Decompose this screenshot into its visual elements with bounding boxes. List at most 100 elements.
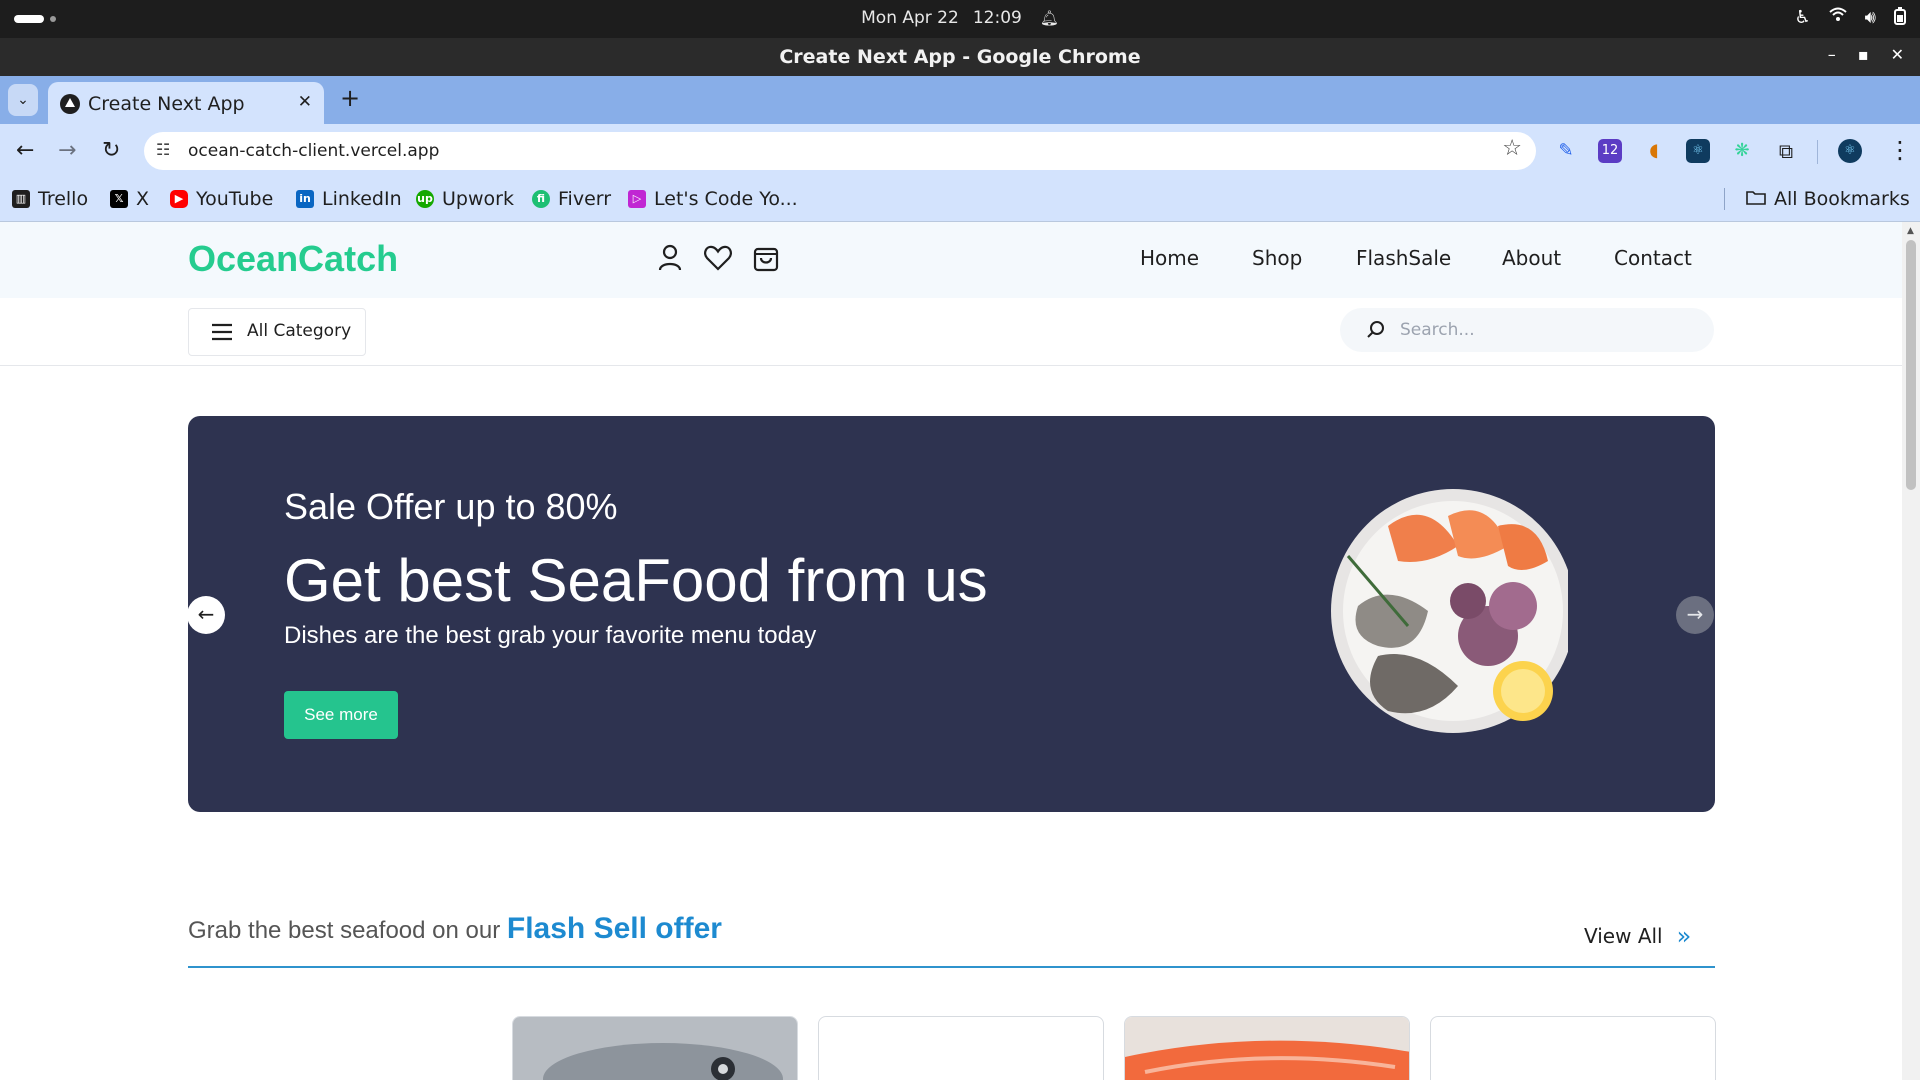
wishlist-heart-icon[interactable] [702, 242, 734, 274]
tab-strip: ⌄ Create Next App ✕ + [0, 76, 1920, 124]
all-bookmarks-button[interactable]: All Bookmarks [1746, 188, 1910, 210]
web-page: OceanCatch Home Shop FlashSale About Con… [0, 222, 1902, 1080]
nextjs-favicon-icon [60, 94, 80, 114]
scrollbar-thumb[interactable] [1906, 240, 1916, 490]
pen-extension-icon[interactable]: ✎ [1554, 139, 1578, 163]
nav-contact[interactable]: Contact [1614, 246, 1692, 270]
tab-search-button[interactable]: ⌄ [8, 84, 38, 116]
bookmark-label: Fiverr [558, 188, 612, 210]
toolbar-separator [1817, 140, 1818, 164]
url-text[interactable]: ocean-catch-client.vercel.app [188, 141, 439, 161]
bookmark-x[interactable]: 𝕏 X [110, 188, 149, 210]
chrome-menu-icon[interactable]: ⋮ [1888, 136, 1912, 164]
flash-sale-heading: Grab the best seafood on our Flash Sell … [188, 912, 722, 946]
os-clock[interactable]: Mon Apr 22 12:09 🔔︎ [0, 8, 1920, 28]
site-logo[interactable]: OceanCatch [188, 238, 398, 280]
hero-banner: Sale Offer up to 80% Get best SeaFood fr… [187, 416, 1715, 812]
hero-title: Get best SeaFood from us [284, 547, 988, 614]
carousel-next-button[interactable]: → [1676, 596, 1714, 634]
react-devtools-extension-icon[interactable]: ⚛ [1686, 139, 1710, 163]
gem-extension-icon[interactable]: ❋ [1730, 139, 1754, 163]
scroll-up-arrow-icon[interactable]: ▲ [1907, 226, 1914, 236]
minimize-icon[interactable]: – [1828, 45, 1836, 64]
site-header: OceanCatch Home Shop FlashSale About Con… [0, 222, 1902, 298]
system-tray[interactable]: ♿︎ 🔊︎ [1795, 7, 1906, 30]
all-category-button[interactable]: All Category [188, 308, 366, 356]
bookmark-linkedin[interactable]: in LinkedIn [296, 188, 402, 210]
nav-about[interactable]: About [1502, 246, 1561, 270]
nav-shop[interactable]: Shop [1252, 246, 1302, 270]
header-icons [654, 242, 782, 274]
product-card[interactable] [1430, 1016, 1716, 1080]
product-card[interactable] [818, 1016, 1104, 1080]
bookmarks-separator [1724, 188, 1725, 210]
bookmark-fiverr[interactable]: fi Fiverr [532, 188, 611, 210]
category-search-bar: All Category [0, 298, 1902, 366]
bookmark-label: Upwork [442, 188, 514, 210]
user-icon[interactable] [654, 242, 686, 274]
window-title: Create Next App - Google Chrome [779, 46, 1141, 68]
product-card[interactable] [512, 1016, 798, 1080]
bookmark-label: LinkedIn [322, 188, 402, 210]
volume-icon[interactable]: 🔊︎ [1865, 7, 1876, 30]
bookmark-upwork[interactable]: up Upwork [416, 188, 514, 210]
flash-lead-text: Grab the best seafood on our [188, 917, 501, 944]
carousel-prev-button[interactable]: ← [187, 596, 225, 634]
window-title-bar: Create Next App - Google Chrome – ▪ ✕ [0, 38, 1920, 76]
site-settings-icon[interactable]: ☷ [156, 140, 170, 159]
bookmark-label: Trello [38, 188, 89, 210]
youtube-icon: ▶ [170, 190, 188, 208]
bookmark-lets-code[interactable]: ▷ Let's Code Yo... [628, 188, 798, 210]
tab-create-next-app[interactable]: Create Next App ✕ [48, 82, 324, 124]
battery-icon[interactable] [1894, 7, 1906, 30]
nav-home[interactable]: Home [1140, 246, 1199, 270]
seafood-plate-image [1318, 486, 1575, 736]
fiverr-icon: fi [532, 190, 550, 208]
view-all-link[interactable]: View All » [1584, 922, 1691, 950]
flame-extension-icon[interactable]: ◖ [1642, 139, 1666, 163]
maximize-icon[interactable]: ▪ [1858, 45, 1869, 64]
accessibility-icon[interactable]: ♿︎ [1795, 7, 1811, 30]
arrow-left-icon: ← [197, 602, 215, 626]
linkedin-icon: in [296, 190, 314, 208]
bookmark-label: Let's Code Yo... [654, 188, 798, 210]
chevron-down-icon: ⌄ [17, 92, 29, 108]
nav-flashsale[interactable]: FlashSale [1356, 246, 1451, 270]
window-controls: – ▪ ✕ [1828, 45, 1904, 64]
letscode-icon: ▷ [628, 190, 646, 208]
back-arrow-icon[interactable]: ← [16, 138, 34, 163]
close-window-icon[interactable]: ✕ [1891, 45, 1904, 64]
all-category-label: All Category [247, 321, 352, 341]
bookmarks-bar: ▥ Trello 𝕏 X ▶ YouTube in LinkedIn up Up… [0, 178, 1920, 222]
address-bar[interactable]: ☷ ocean-catch-client.vercel.app ☆ [144, 132, 1536, 170]
wifi-icon[interactable] [1828, 7, 1847, 30]
extensions-puzzle-icon[interactable]: ⧉ [1774, 139, 1798, 163]
os-time: 12:09 [972, 8, 1022, 28]
folder-icon [1746, 188, 1766, 210]
reload-icon[interactable]: ↻ [102, 138, 120, 163]
page-scrollbar[interactable]: ▲ [1902, 222, 1920, 1080]
bookmark-label: YouTube [196, 188, 274, 210]
close-tab-icon[interactable]: ✕ [298, 92, 312, 112]
product-card[interactable] [1124, 1016, 1410, 1080]
see-more-button[interactable]: See more [284, 691, 398, 739]
flash-highlight-text: Flash Sell offer [506, 912, 722, 945]
cart-bag-icon[interactable] [750, 242, 782, 274]
flash-divider [188, 966, 1715, 968]
bookmark-youtube[interactable]: ▶ YouTube [170, 188, 273, 210]
trello-icon: ▥ [12, 190, 30, 208]
os-date: Mon Apr 22 [861, 8, 959, 28]
forward-arrow-icon[interactable]: → [58, 138, 76, 163]
calendar-extension-icon[interactable]: 12 [1598, 139, 1622, 163]
profile-avatar-icon[interactable]: ⚛ [1838, 139, 1862, 163]
search-box[interactable] [1340, 308, 1714, 352]
upwork-icon: up [416, 190, 434, 208]
x-icon: 𝕏 [110, 190, 128, 208]
bookmark-trello[interactable]: ▥ Trello [12, 188, 88, 210]
view-all-label: View All [1584, 924, 1663, 948]
all-bookmarks-label: All Bookmarks [1774, 188, 1910, 210]
search-icon [1366, 319, 1386, 343]
bookmark-star-icon[interactable]: ☆ [1502, 136, 1522, 161]
search-input[interactable] [1398, 316, 1688, 344]
new-tab-button[interactable]: + [340, 84, 360, 112]
